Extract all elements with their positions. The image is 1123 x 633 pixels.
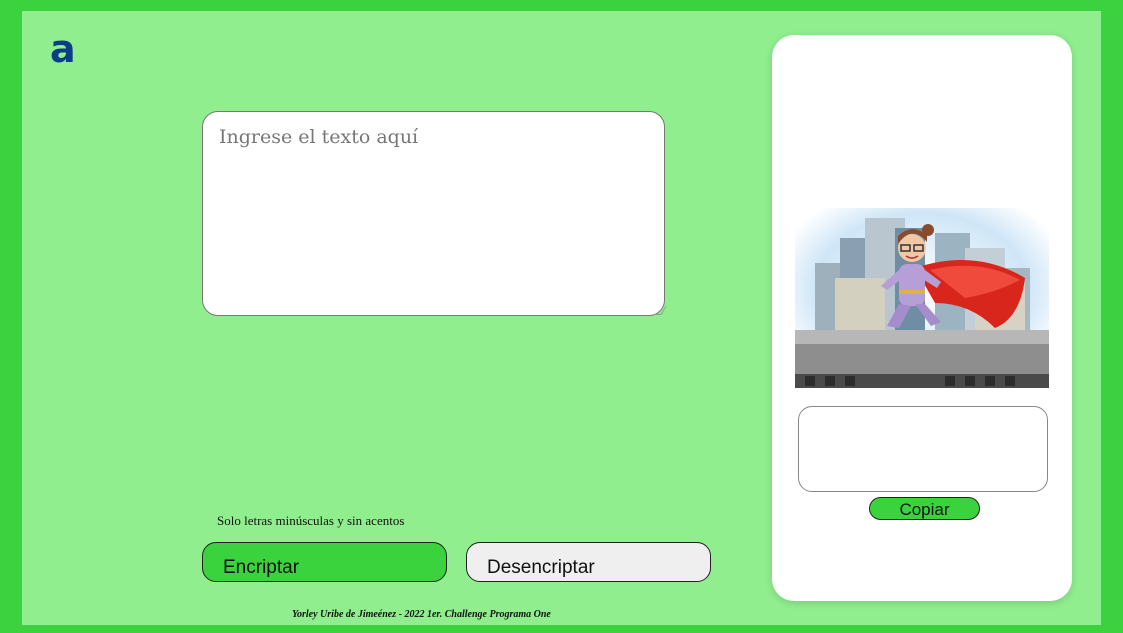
app-canvas: a Solo letras minúsculas y sin acentos E… bbox=[22, 11, 1101, 625]
superhero-illustration bbox=[795, 208, 1049, 388]
alura-logo-icon[interactable]: a bbox=[50, 29, 80, 69]
decrypt-button[interactable]: Desencriptar bbox=[466, 542, 711, 582]
copy-button[interactable]: Copiar bbox=[869, 497, 980, 520]
footer-credit: Yorley Uribe de Jimeénez - 2022 1er. Cha… bbox=[292, 609, 551, 620]
encrypt-button[interactable]: Encriptar bbox=[202, 542, 447, 582]
output-textarea[interactable] bbox=[798, 406, 1048, 492]
hint-text: Solo letras minúsculas y sin acentos bbox=[217, 513, 405, 528]
output-panel: Copiar bbox=[772, 35, 1072, 601]
text-input[interactable] bbox=[202, 111, 665, 316]
